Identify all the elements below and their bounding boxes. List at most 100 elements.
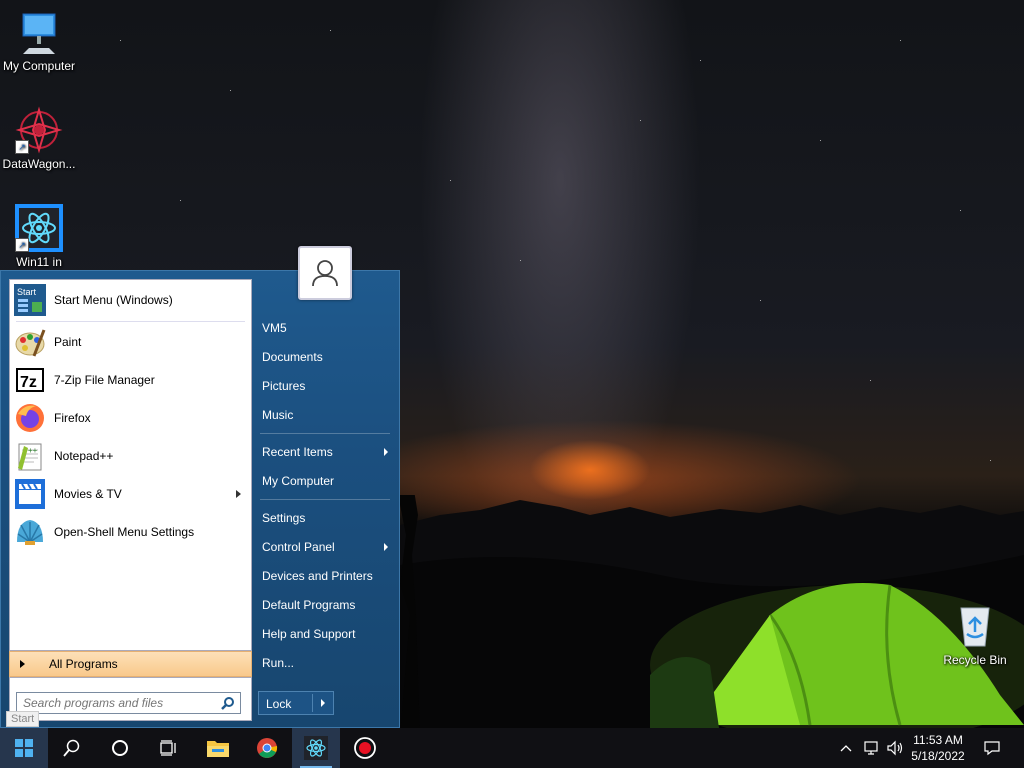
right-item-pictures[interactable]: Pictures [262,373,392,399]
right-item-label: Devices and Printers [262,569,373,583]
programs-pane: Start Start Menu (Windows) Paint 7z 7-Zi… [9,279,252,651]
right-item-control-panel[interactable]: Control Panel [262,534,392,560]
search-area [9,677,252,721]
right-item-label: My Computer [262,474,335,488]
program-label: Start Menu (Windows) [54,293,173,307]
taskbar-file-explorer[interactable] [194,728,242,768]
volume-button[interactable] [884,728,906,768]
search-icon[interactable] [221,696,235,710]
action-center-button[interactable] [978,728,1006,768]
right-item-recent-items[interactable]: Recent Items [262,439,392,465]
submenu-arrow-icon [384,448,388,456]
right-item-label: Help and Support [262,627,356,641]
windows-start-icon [15,739,33,757]
clock-date: 5/18/2022 [911,749,965,763]
program-item-7zip[interactable]: 7z 7-Zip File Manager [10,362,251,398]
right-item-vm5[interactable]: VM5 [262,315,392,341]
record-icon [354,737,376,759]
shortcut-arrow-icon: ↗ [15,140,29,154]
program-label: Open-Shell Menu Settings [54,525,195,539]
right-separator [260,433,390,434]
taskbar-react-app[interactable] [292,728,340,768]
right-item-default-programs[interactable]: Default Programs [262,592,392,618]
all-programs-label: All Programs [49,657,118,671]
taskbar-chrome[interactable] [243,728,291,768]
desktop-icon-recycle-bin[interactable]: Recycle Bin [937,602,1013,667]
react-app-icon [304,736,328,760]
right-item-label: Control Panel [262,540,335,554]
react-app-icon: ↗ [15,204,63,252]
desktop-icon-label: Win11 in [16,255,62,269]
program-label: Paint [54,335,82,349]
program-item-notepadpp[interactable]: ++ Notepad++ [10,438,251,474]
program-item-firefox[interactable]: Firefox [10,400,251,436]
start-button[interactable] [0,728,48,768]
right-item-label: Run... [262,656,295,670]
program-label: Movies & TV [54,487,122,501]
right-item-label: Settings [262,511,306,525]
clock[interactable]: 11:53 AM 5/18/2022 [906,732,970,764]
search-box[interactable] [16,692,241,714]
lock-split-divider [312,694,313,712]
user-picture[interactable] [298,246,352,300]
network-icon [864,741,878,755]
right-item-my-computer[interactable]: My Computer [262,468,392,494]
show-hidden-icons-button[interactable] [836,728,856,768]
search-input[interactable] [21,695,215,711]
program-label: Notepad++ [54,449,114,463]
program-item-movies-tv[interactable]: Movies & TV [10,476,251,512]
program-item-paint[interactable]: Paint [10,324,251,360]
notepadpp-icon: ++ [14,440,46,472]
right-item-documents[interactable]: Documents [262,344,392,370]
desktop-icon-my-computer[interactable]: My Computer [1,8,77,73]
svg-text:Start: Start [17,287,37,297]
right-item-label: Music [262,408,294,422]
right-item-help-support[interactable]: Help and Support [262,621,392,647]
desktop-icon-win11[interactable]: ↗ Win11 in [1,204,77,269]
right-item-label: Default Programs [262,598,356,612]
all-programs-button[interactable]: All Programs [9,651,252,677]
svg-text:++: ++ [28,446,38,455]
lock-button[interactable]: Lock [258,691,334,715]
expand-arrow-icon [20,660,25,668]
notification-icon [984,741,1000,756]
open-shell-icon [14,516,46,548]
taskbar-search-button[interactable] [48,728,96,768]
submenu-arrow-icon [384,543,388,551]
7zip-icon: 7z [14,364,46,396]
speaker-icon [887,740,903,756]
datawagon-icon: ↗ [15,106,63,154]
task-view-icon [160,740,176,756]
submenu-arrow-icon [236,490,241,498]
user-icon [312,260,338,287]
chevron-up-icon [840,745,852,752]
pinned-item-start-menu-windows[interactable]: Start Start Menu (Windows) [10,282,251,318]
desktop-icon-label: My Computer [2,59,76,73]
recycle-bin-icon [951,602,999,650]
pinned-separator [16,321,245,322]
start-menu-icon: Start [14,284,46,316]
lock-label: Lock [266,697,292,711]
right-item-settings[interactable]: Settings [262,505,392,531]
network-button[interactable] [860,728,884,768]
shutdown-options-arrow-icon[interactable] [321,699,325,707]
shortcut-arrow-icon: ↗ [15,238,29,252]
cortana-button[interactable] [96,728,144,768]
firefox-icon [14,402,46,434]
right-item-label: Documents [262,350,323,364]
chrome-icon [257,738,278,758]
right-item-devices-printers[interactable]: Devices and Printers [262,563,392,589]
file-explorer-icon [207,741,229,757]
desktop-icon-datawagon[interactable]: ↗ DataWagon... [1,106,77,171]
start-tooltip: Start [6,711,40,727]
taskbar-recorder[interactable] [341,728,389,768]
movies-tv-icon [14,478,46,510]
program-item-open-shell-settings[interactable]: Open-Shell Menu Settings [10,514,251,550]
right-item-label: Recent Items [262,445,333,459]
right-item-run[interactable]: Run... [262,650,392,676]
task-view-button[interactable] [144,728,192,768]
right-item-music[interactable]: Music [262,402,392,428]
paint-icon [14,326,46,358]
right-item-label: Pictures [262,379,306,393]
clock-time: 11:53 AM [913,733,963,747]
